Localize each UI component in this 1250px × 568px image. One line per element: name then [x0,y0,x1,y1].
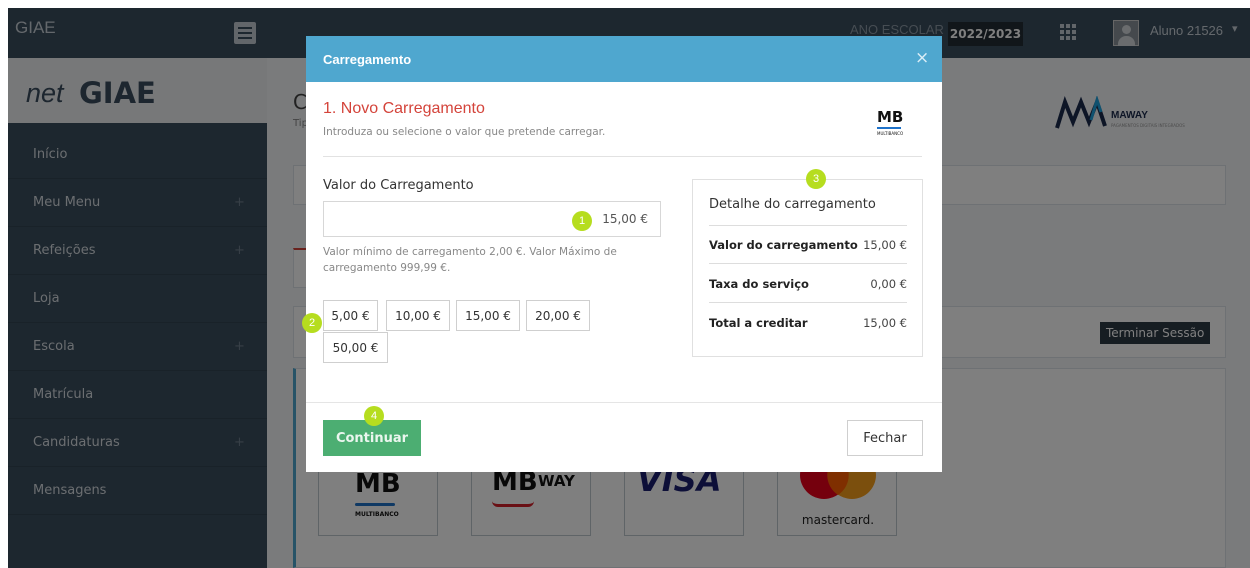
detail-value-fee: 0,00 € [870,277,907,291]
step-subtitle: Introduza ou selecione o valor que prete… [323,126,606,138]
detail-label-fee: Taxa do serviço [709,277,809,291]
divider [709,302,907,303]
mb-logo-underline [877,127,901,129]
detail-value-amount: 15,00 € [863,238,907,252]
divider [709,263,907,264]
step-title: 1. Novo Carregamento [323,100,485,117]
divider [709,225,907,226]
step-marker-2: 2 [302,313,322,333]
detail-value-total: 15,00 € [863,316,907,330]
detail-title: Detalhe do carregamento [709,197,876,212]
close-button[interactable]: Fechar [847,420,923,456]
amount-button-50[interactable]: 50,00 € [323,332,388,363]
amount-button-20[interactable]: 20,00 € [526,300,590,331]
divider [306,402,942,403]
amount-help-text: Valor mínimo de carregamento 2,00 €. Val… [323,246,617,274]
dialog-title: Carregamento [323,52,412,67]
divider [323,156,922,157]
step-marker-3: 3 [806,169,826,189]
mb-logo-sub: MULTIBANCO [877,131,904,136]
amount-button-5[interactable]: 5,00 € [323,300,378,331]
step-marker-1: 1 [572,211,592,231]
step-marker-4: 4 [364,406,384,426]
amount-input[interactable] [323,201,661,237]
recharge-dialog: Carregamento × 1. Novo Carregamento Intr… [302,36,942,472]
amount-label: Valor do Carregamento [323,178,474,193]
recharge-detail-panel: Detalhe do carregamento Valor do carrega… [692,179,923,357]
mb-logo-text: MB [877,108,904,126]
dialog-header: Carregamento × [306,36,942,82]
detail-label-total: Total a creditar [709,316,808,330]
amount-button-15[interactable]: 15,00 € [456,300,520,331]
close-icon[interactable]: × [915,48,929,68]
multibanco-logo-icon: MB MULTIBANCO [877,108,904,138]
amount-button-10[interactable]: 10,00 € [386,300,450,331]
app-window: GIAE ANO ESCOLAR 2022/2023 Aluno 21526 ▾… [8,8,1250,568]
